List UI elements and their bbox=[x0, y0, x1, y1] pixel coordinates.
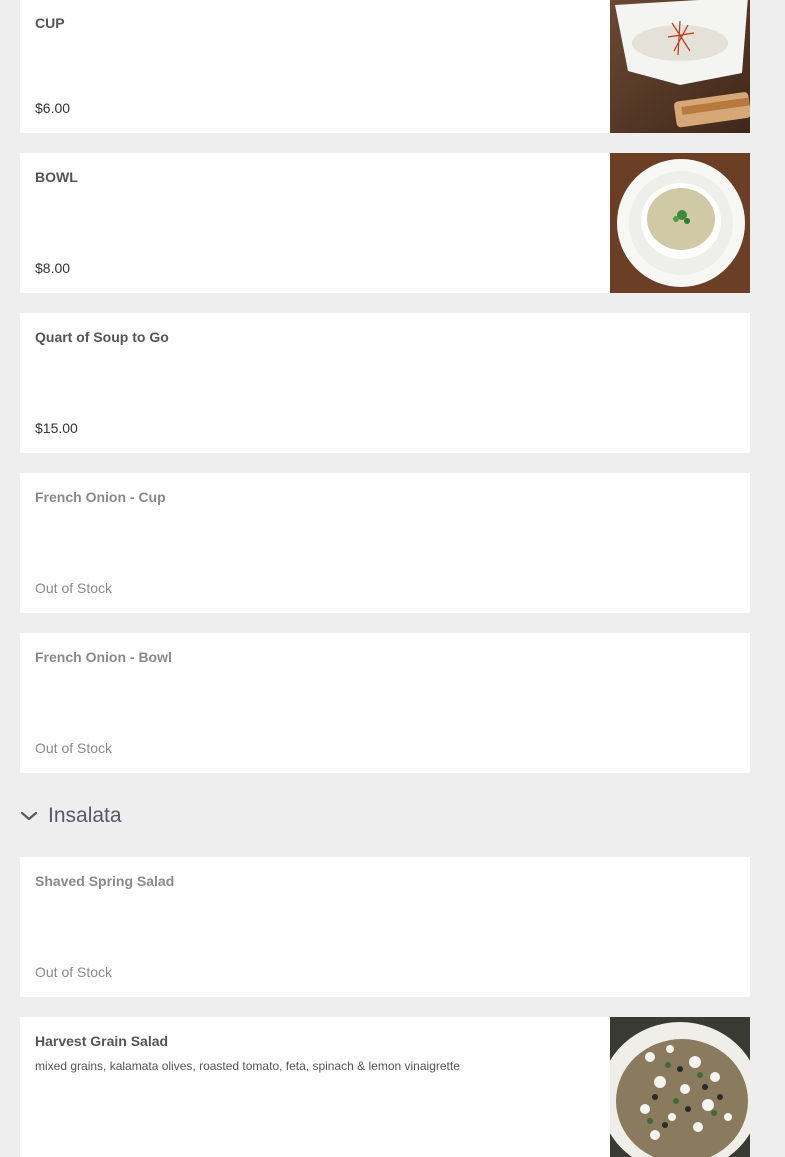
menu-item-cup[interactable]: CUP $6.00 bbox=[20, 0, 750, 133]
item-name: French Onion - Bowl bbox=[35, 649, 172, 665]
menu-item-french-onion-bowl[interactable]: French Onion - Bowl Out of Stock bbox=[20, 633, 750, 773]
item-name: French Onion - Cup bbox=[35, 489, 166, 505]
section-title: Insalata bbox=[48, 804, 122, 827]
out-of-stock-label: Out of Stock bbox=[35, 580, 113, 596]
item-price: $8.00 bbox=[35, 260, 71, 276]
menu-item-harvest-grain-salad[interactable]: Harvest Grain Salad mixed grains, kalama… bbox=[20, 1017, 750, 1157]
item-name: Harvest Grain Salad bbox=[35, 1033, 169, 1049]
out-of-stock-label: Out of Stock bbox=[35, 740, 113, 756]
cup-soup-photo bbox=[610, 0, 750, 133]
section-header-insalata[interactable]: Insalata bbox=[20, 800, 320, 836]
item-name: Quart of Soup to Go bbox=[35, 329, 169, 345]
item-price: $15.00 bbox=[35, 420, 78, 436]
item-price: $6.00 bbox=[35, 100, 71, 116]
grain-salad-photo bbox=[610, 1017, 750, 1157]
menu-item-quart-of-soup[interactable]: Quart of Soup to Go $15.00 bbox=[20, 313, 750, 453]
item-description: mixed grains, kalamata olives, roasted t… bbox=[35, 1059, 460, 1073]
chevron-down-icon bbox=[20, 811, 38, 821]
menu-item-bowl[interactable]: BOWL $8.00 bbox=[20, 153, 750, 293]
bowl-soup-photo bbox=[610, 153, 750, 293]
out-of-stock-label: Out of Stock bbox=[35, 964, 113, 980]
item-name: CUP bbox=[35, 15, 65, 31]
menu-item-shaved-spring-salad[interactable]: Shaved Spring Salad Out of Stock bbox=[20, 857, 750, 997]
menu-item-french-onion-cup[interactable]: French Onion - Cup Out of Stock bbox=[20, 473, 750, 613]
item-name: BOWL bbox=[35, 169, 78, 185]
item-name: Shaved Spring Salad bbox=[35, 873, 175, 889]
